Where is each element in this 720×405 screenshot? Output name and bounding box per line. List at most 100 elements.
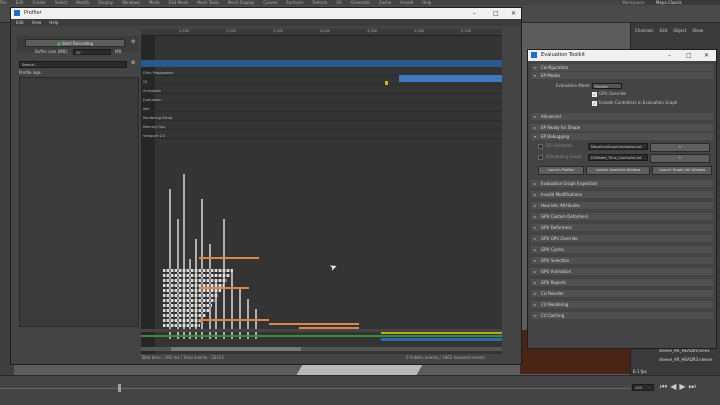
section-cu-reorder[interactable]: CU Reorder (531, 290, 713, 297)
section-advanced[interactable]: Advanced (531, 113, 713, 120)
event-row[interactable] (163, 309, 209, 312)
time-cursor[interactable] (118, 384, 121, 392)
playback-controls-icon[interactable]: ⏮◀▶⏭ (660, 382, 699, 392)
section-gpu-reports[interactable]: GPU Reports (531, 279, 713, 286)
minimize-icon[interactable]: – (473, 9, 476, 18)
eg-validation-field[interactable]: MayaEvalGraphValidation.txt (588, 143, 648, 150)
event-row[interactable] (163, 274, 230, 277)
event-row[interactable] (163, 319, 203, 322)
section-gpu-gpu-override[interactable]: GPU GPU Override (531, 235, 713, 242)
controllers-checkbox[interactable]: ✓ (592, 101, 597, 106)
event-row[interactable] (163, 324, 200, 327)
gpu-override-checkbox[interactable]: ✓ (592, 92, 597, 97)
outliner-tab-object[interactable]: Object (673, 28, 686, 33)
profiler-track[interactable]: Idle (141, 106, 502, 112)
start-recording-button[interactable]: ■ Start Recording (25, 39, 125, 47)
profile-logs-list[interactable] (19, 77, 139, 327)
profiler-track[interactable]: Evaluation (141, 97, 502, 103)
section-gpu-deformers[interactable]: GPU Deformers (531, 224, 713, 231)
event-bar[interactable] (199, 257, 259, 259)
section-gpu-cycles[interactable]: GPU Cycles (531, 246, 713, 253)
section-evaluation-graph-inspection[interactable]: Evaluation Graph Inspection (531, 180, 713, 187)
launch-analytics-button[interactable]: Launch Analytics Window (586, 166, 650, 175)
scheduling-checkbox[interactable] (538, 155, 543, 160)
event-row[interactable] (163, 289, 221, 292)
launch-graph-util-button[interactable]: Launch Graph Util Window (652, 166, 712, 175)
scheduling-field[interactable]: EGModel_Time_Controller.txt (588, 154, 648, 161)
eg-validation-checkbox[interactable] (538, 144, 543, 149)
section-cu-rendering[interactable]: CU Rendering (531, 301, 713, 308)
section-ep-debugging[interactable]: EP Debugging (531, 133, 713, 140)
section-invalid-modifications[interactable]: Invalid Modifications (531, 191, 713, 198)
outliner-tab-channels[interactable]: Channels (635, 28, 654, 33)
buffer-size-label: Buffer size (MB): (35, 49, 69, 54)
event-bar[interactable] (199, 287, 249, 289)
cpu-track-green (141, 335, 502, 337)
outliner-tab-edit[interactable]: Edit (660, 28, 668, 33)
outliner-item[interactable]: sleeve_AR_HEADR3:sleeve (631, 355, 720, 364)
maximize-icon[interactable]: □ (686, 51, 692, 60)
profiler-titlebar[interactable]: Profiler – □ ✕ (11, 8, 521, 19)
event-flame-graph[interactable] (159, 159, 359, 339)
minimize-icon[interactable]: – (668, 51, 671, 60)
options-gear-icon[interactable]: ⚙ (131, 60, 135, 66)
profiler-menu-help[interactable]: Help (49, 19, 58, 26)
profiler-track[interactable]: Memory Ops (141, 124, 502, 130)
section-ep-shape[interactable]: EP Ready for Shape (531, 124, 713, 131)
event-bar[interactable] (199, 319, 269, 321)
overview-handle[interactable] (171, 347, 301, 351)
section-cu-caching[interactable]: CU Caching (531, 312, 713, 319)
section-gpu-animation[interactable]: GPU Animation (531, 268, 713, 275)
time-slider[interactable]: 120 ⏮◀▶⏭ (0, 375, 720, 405)
section-gpu-custom-deformers[interactable]: GPU Custom Deformers (531, 213, 713, 220)
event-bar[interactable] (269, 323, 359, 325)
event-row[interactable] (163, 304, 212, 307)
controllers-label: Include Controllers in Evaluation Graph (599, 100, 678, 105)
main-thread-bar[interactable] (141, 60, 502, 67)
event-row[interactable] (163, 294, 218, 297)
event-row[interactable] (163, 269, 233, 272)
maximize-icon[interactable]: □ (493, 9, 499, 18)
gpu-override-label: GPU Override (599, 91, 627, 96)
status-events: 0 hidden events / 1663 hovered events (406, 355, 485, 360)
section-gpu-selection[interactable]: GPU Selection (531, 257, 713, 264)
outliner-tab-show[interactable]: Show (692, 28, 703, 33)
event-marker[interactable] (385, 81, 388, 85)
evtk-titlebar[interactable]: Evaluation Toolkit – □ ✕ (528, 50, 716, 61)
status-total: Total time : 392 ms / Total events : 321… (141, 355, 225, 360)
profiler-graph[interactable]: 2,5003,0003,5004,0004,5005,0005,500 Main… (141, 29, 502, 354)
profiler-menubar: Edit View Help (11, 19, 521, 26)
time-ruler: 2,500 3,000 3,500 4,000 4,500 5,000 5,500 (141, 29, 502, 36)
event-block[interactable] (399, 75, 502, 82)
profiler-track[interactable]: Rendering Setup (141, 115, 502, 121)
profiler-track[interactable]: Viewport 2.0 (141, 133, 502, 139)
gear-icon[interactable]: ⚙ (131, 39, 135, 45)
evaluation-mode-select[interactable]: Parallel (592, 83, 622, 89)
timeline-overview[interactable] (141, 347, 502, 351)
time-tick-label: 5,000 (414, 29, 425, 33)
profiler-menu-edit[interactable]: Edit (16, 19, 24, 26)
start-recording-label: Start Recording (62, 41, 94, 46)
launch-profiler-button[interactable]: Launch Profiler (538, 166, 584, 175)
buffer-size-field[interactable]: 20 (73, 49, 111, 55)
scheduling-browse-button[interactable]: + (650, 154, 710, 163)
frame-field[interactable]: 120 (632, 384, 654, 391)
time-ruler (0, 388, 630, 389)
maya-app-icon (531, 52, 537, 58)
section-configuration[interactable]: Configuration (531, 64, 713, 71)
profiler-window: Profiler – □ ✕ Edit View Help ■ Start Reco… (10, 7, 522, 365)
section-ep-modes[interactable]: EP Modes (531, 72, 713, 79)
profiler-menu-view[interactable]: View (32, 19, 42, 26)
event-row[interactable] (163, 299, 215, 302)
search-input[interactable]: Search... (19, 61, 127, 68)
profiler-track[interactable]: Animation (141, 88, 502, 94)
eg-validation-browse-button[interactable]: + (650, 143, 710, 152)
cpu-track-yellow (381, 332, 502, 334)
section-heuristic-attributes[interactable]: Heuristic Attributes (531, 202, 713, 209)
time-tick-label: 4,000 (320, 29, 331, 33)
event-row[interactable] (163, 314, 206, 317)
close-icon[interactable]: ✕ (511, 9, 516, 18)
close-icon[interactable]: ✕ (704, 51, 709, 60)
event-row[interactable] (163, 279, 227, 282)
scheduling-label: Scheduling Graph (546, 154, 582, 159)
